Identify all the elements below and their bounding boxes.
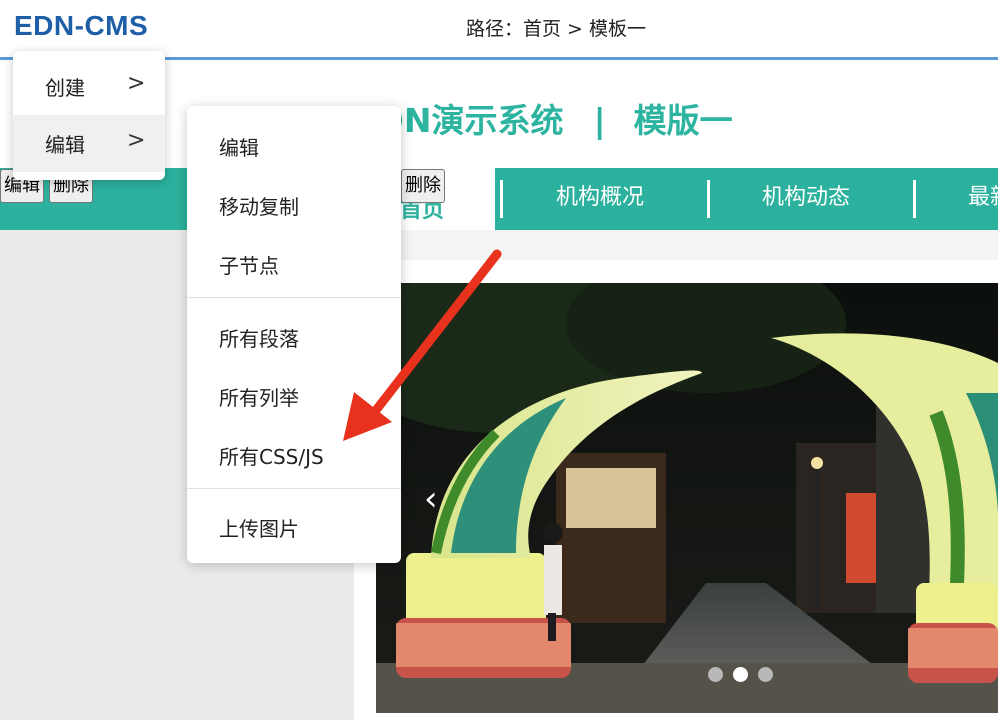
submenu-item-upload-image[interactable]: 上传图片: [219, 513, 299, 542]
site-title: EDN演示系统 | 模版一: [354, 94, 733, 142]
menu-divider: [187, 297, 401, 298]
breadcrumb: 路径：首页 > 模板一: [466, 18, 646, 40]
delete-button-nav[interactable]: 删除: [401, 169, 445, 203]
menu-item-edit[interactable]: 编辑 >: [13, 115, 165, 172]
menu-item-create-label: 创建: [45, 76, 85, 100]
chevron-right-icon: >: [127, 71, 146, 96]
brand-logo[interactable]: EDN-CMS: [14, 10, 148, 42]
chevron-right-icon: >: [127, 128, 146, 153]
nav-divider: [707, 180, 710, 218]
submenu-item-child-node[interactable]: 子节点: [219, 250, 279, 279]
content-spacer: [354, 230, 998, 260]
nav-divider: [500, 180, 503, 218]
menu-item-edit-label: 编辑: [45, 133, 85, 157]
submenu-item-edit[interactable]: 编辑: [219, 132, 259, 161]
image-carousel[interactable]: ‹: [376, 283, 998, 713]
submenu-item-all-paragraphs[interactable]: 所有段落: [219, 323, 299, 352]
menu-divider: [187, 488, 401, 489]
edit-submenu: 编辑 移动复制 子节点 所有段落 所有列举 所有CSS/JS 上传图片: [187, 106, 401, 563]
menu-item-create[interactable]: 创建 >: [13, 58, 165, 115]
carousel-slide-image: [376, 283, 998, 713]
nav-item-news[interactable]: 机构动态: [762, 168, 850, 230]
carousel-dot[interactable]: [708, 667, 723, 682]
carousel-prev-arrow[interactable]: ‹: [424, 479, 438, 519]
submenu-item-move-copy[interactable]: 移动复制: [219, 191, 299, 220]
site-title-template: 模版一: [633, 101, 733, 140]
carousel-dot[interactable]: [758, 667, 773, 682]
nav-divider: [913, 180, 916, 218]
context-menu: 创建 > 编辑 >: [13, 51, 165, 180]
main-nav: 首页 机构概况 机构动态 最新: [400, 168, 998, 230]
nav-item-latest[interactable]: 最新: [968, 168, 998, 230]
submenu-item-all-lists[interactable]: 所有列举: [219, 382, 299, 411]
site-title-separator: |: [593, 101, 606, 140]
submenu-item-all-css-js[interactable]: 所有CSS/JS: [219, 441, 324, 470]
carousel-dot-active[interactable]: [733, 667, 748, 682]
nav-item-about[interactable]: 机构概况: [556, 168, 644, 230]
